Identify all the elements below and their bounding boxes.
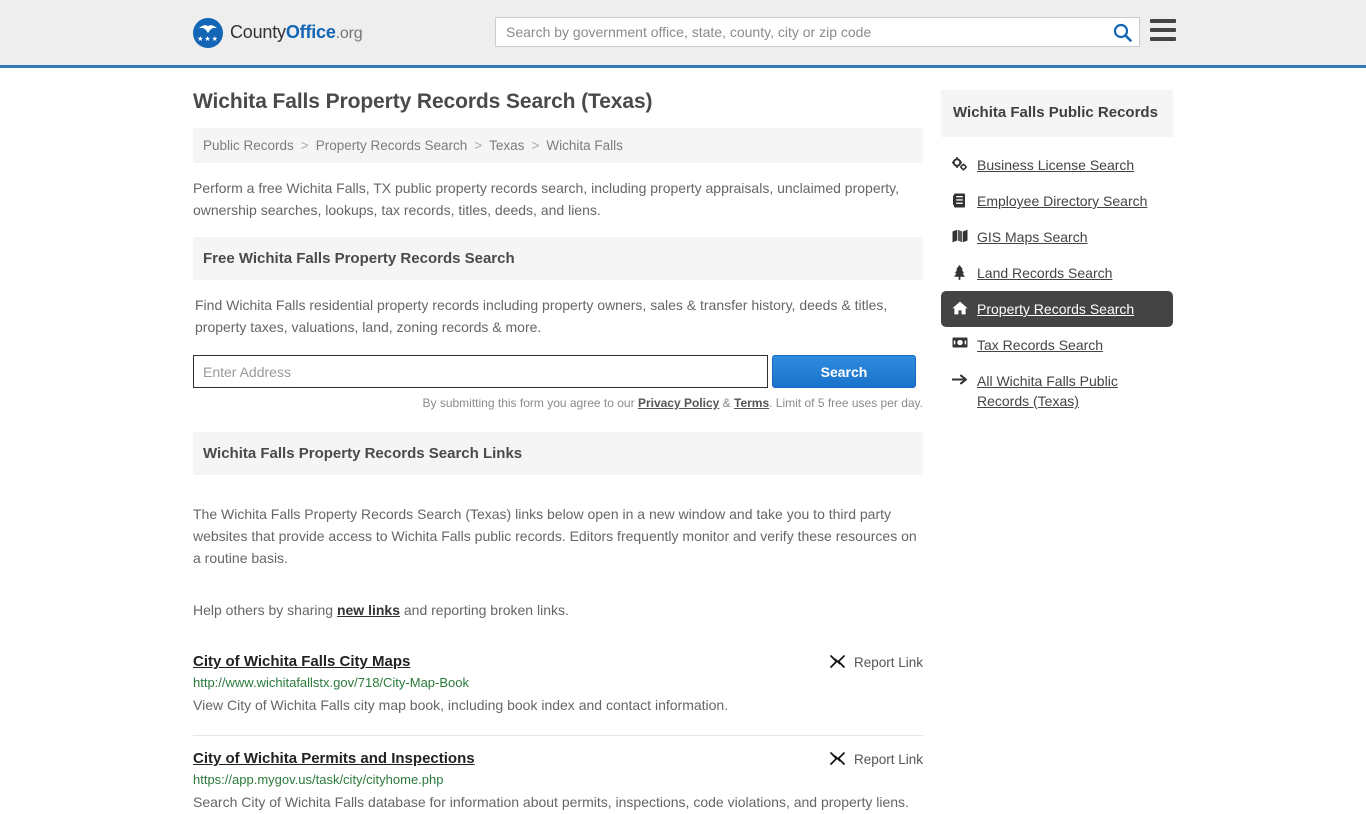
- unlink-icon: [830, 752, 845, 765]
- sidebar-item-employee-directory-search[interactable]: Employee Directory Search: [941, 183, 1173, 219]
- sidebar-item-label: Employee Directory Search: [977, 193, 1148, 209]
- sidebar-heading: Wichita Falls Public Records: [941, 90, 1173, 137]
- sidebar-item-label: Tax Records Search: [977, 337, 1104, 353]
- disclaimer-amp: &: [719, 396, 734, 410]
- privacy-policy-link[interactable]: Privacy Policy: [638, 396, 719, 410]
- search-submit-button[interactable]: [1105, 18, 1139, 46]
- breadcrumb-separator: >: [474, 138, 483, 153]
- result-link-url: https://app.mygov.us/task/city/cityhome.…: [193, 772, 444, 787]
- address-input[interactable]: [193, 355, 768, 388]
- logo-text-county: County: [230, 22, 286, 42]
- terms-link[interactable]: Terms: [734, 396, 769, 410]
- sidebar-item-all-public-records[interactable]: All Wichita Falls Public Records (Texas): [941, 363, 1173, 419]
- breadcrumb: Public Records > Property Records Search…: [193, 128, 923, 163]
- tree-icon: [951, 263, 968, 280]
- main-column: Wichita Falls Property Records Search (T…: [193, 68, 923, 814]
- form-disclaimer: By submitting this form you agree to our…: [193, 396, 924, 410]
- report-link-button[interactable]: Report Link: [829, 653, 923, 671]
- link-header-row: City of Wichita Falls City Maps Report L…: [193, 653, 923, 671]
- eagle-glyph: [199, 24, 217, 33]
- sidebar-item-label: All Wichita Falls Public Records (Texas): [977, 373, 1118, 409]
- sidebar: Wichita Falls Public Records Business Li…: [941, 68, 1173, 814]
- free-search-heading: Free Wichita Falls Property Records Sear…: [193, 237, 923, 280]
- sidebar-item-business-license-search[interactable]: Business License Search: [941, 147, 1173, 183]
- site-header: ★★★ CountyOffice.org: [0, 0, 1366, 68]
- address-search-form: Search: [193, 355, 923, 388]
- logo-text: CountyOffice.org: [230, 22, 363, 43]
- page-container: Wichita Falls Property Records Search (T…: [0, 68, 1366, 814]
- site-logo[interactable]: ★★★ CountyOffice.org: [193, 17, 363, 48]
- page-title: Wichita Falls Property Records Search (T…: [193, 90, 653, 113]
- breadcrumb-item-public-records[interactable]: Public Records: [203, 138, 294, 153]
- home-icon: [951, 299, 968, 315]
- address-book-icon: [951, 191, 968, 208]
- intro-paragraph: Perform a free Wichita Falls, TX public …: [193, 180, 900, 218]
- hamburger-bar: [1150, 19, 1176, 23]
- logo-text-org: .org: [335, 25, 363, 42]
- result-link-title[interactable]: City of Wichita Permits and Inspections: [193, 750, 475, 767]
- share-suffix: and reporting broken links.: [400, 602, 569, 618]
- sidebar-item-label: Business License Search: [977, 157, 1135, 173]
- logo-text-office: Office: [285, 22, 336, 42]
- hamburger-bar: [1150, 37, 1176, 41]
- unlink-icon: [830, 655, 845, 668]
- sidebar-item-land-records-search[interactable]: Land Records Search: [941, 255, 1173, 291]
- new-links-link[interactable]: new links: [337, 602, 400, 618]
- cogs-icon: [951, 155, 968, 171]
- sidebar-item-label: GIS Maps Search: [977, 229, 1088, 245]
- list-item: City of Wichita Falls City Maps Report L…: [193, 635, 923, 717]
- list-item: City of Wichita Permits and Inspections …: [193, 735, 923, 814]
- disclaimer-prefix: By submitting this form you agree to our: [422, 396, 638, 410]
- map-icon: [951, 227, 968, 243]
- sidebar-item-label: Property Records Search: [977, 301, 1135, 317]
- breadcrumb-item-property-records-search[interactable]: Property Records Search: [316, 138, 468, 153]
- sidebar-item-label: Land Records Search: [977, 265, 1113, 281]
- arrow-right-icon: [951, 371, 968, 386]
- money-bill-icon: [951, 335, 968, 348]
- breadcrumb-item-wichita-falls[interactable]: Wichita Falls: [546, 138, 623, 153]
- search-icon: [1113, 23, 1132, 42]
- link-header-row: City of Wichita Permits and Inspections …: [193, 750, 923, 768]
- sidebar-item-property-records-search[interactable]: Property Records Search: [941, 291, 1173, 327]
- result-link-description: View City of Wichita Falls city map book…: [193, 697, 729, 713]
- links-section-heading: Wichita Falls Property Records Search Li…: [193, 432, 923, 475]
- eagle-seal-icon: ★★★: [193, 17, 223, 48]
- search-input[interactable]: [496, 18, 1105, 46]
- report-link-label: Report Link: [853, 655, 923, 670]
- sidebar-list: Business License Search Employee Directo…: [941, 147, 1173, 419]
- result-link-title[interactable]: City of Wichita Falls City Maps: [193, 653, 410, 670]
- search-button[interactable]: Search: [772, 355, 916, 388]
- result-link-url: http://www.wichitafallstx.gov/718/City-M…: [193, 675, 469, 690]
- hamburger-bar: [1150, 28, 1176, 32]
- hamburger-menu-icon[interactable]: [1150, 19, 1176, 41]
- breadcrumb-separator: >: [300, 138, 309, 153]
- breadcrumb-item-texas[interactable]: Texas: [489, 138, 524, 153]
- links-section-body: The Wichita Falls Property Records Searc…: [193, 506, 917, 566]
- share-prefix: Help others by sharing: [193, 602, 337, 618]
- links-share-line: Help others by sharing new links and rep…: [193, 583, 923, 621]
- global-search-bar[interactable]: [495, 17, 1140, 47]
- free-search-body: Find Wichita Falls residential property …: [195, 297, 888, 335]
- sidebar-item-tax-records-search[interactable]: Tax Records Search: [941, 327, 1173, 363]
- stars-glyph: ★★★: [197, 35, 219, 43]
- disclaimer-suffix: . Limit of 5 free uses per day.: [769, 396, 923, 410]
- report-link-button[interactable]: Report Link: [829, 750, 923, 768]
- report-link-label: Report Link: [853, 752, 923, 767]
- sidebar-item-gis-maps-search[interactable]: GIS Maps Search: [941, 219, 1173, 255]
- breadcrumb-separator: >: [531, 138, 540, 153]
- result-link-description: Search City of Wichita Falls database fo…: [193, 794, 909, 810]
